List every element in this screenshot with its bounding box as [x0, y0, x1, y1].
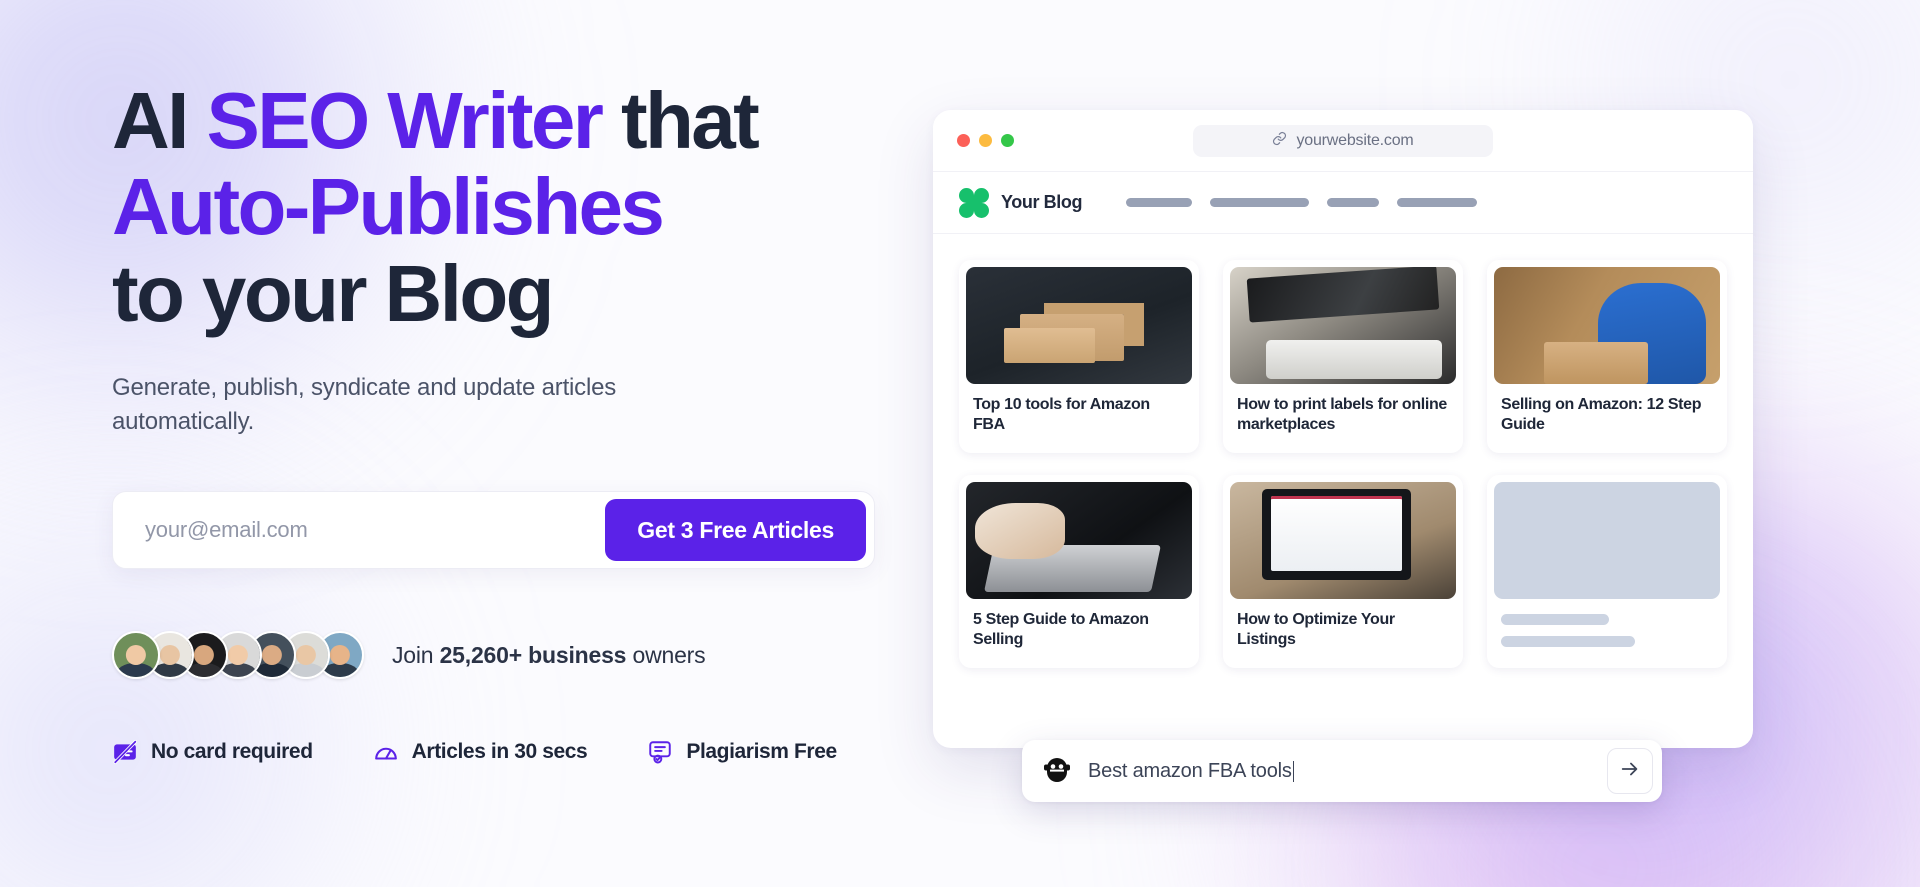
- avatar-stack: [112, 631, 364, 680]
- page-title: AI SEO Writer that Auto-Publishes to your …: [112, 76, 912, 338]
- arrow-right-icon: [1619, 758, 1641, 785]
- page-title-line-2: Auto-Publishes: [112, 164, 912, 250]
- maximize-window-dot[interactable]: [1001, 134, 1014, 147]
- nav-placeholder-bar-4[interactable]: [1397, 198, 1478, 207]
- social-proof-text: Join 25,260+ business owners: [392, 641, 706, 669]
- blog-site-name: Your Blog: [1001, 192, 1083, 212]
- certificate-icon: [647, 739, 673, 765]
- text-caret: [1292, 760, 1295, 782]
- article-card[interactable]: Top 10 tools for Amazon FBA: [959, 260, 1199, 453]
- article-card-title: Top 10 tools for Amazon FBA: [973, 396, 1150, 434]
- article-card-title: 5 Step Guide to Amazon Selling: [973, 610, 1149, 649]
- loading-placeholder: [1494, 481, 1720, 599]
- page-title-accent: Auto-Publishes: [112, 162, 665, 252]
- browser-chrome: yourwebsite.com: [933, 110, 1753, 172]
- article-card-grid: Top 10 tools for Amazon FBA How to print …: [933, 234, 1753, 668]
- window-controls: [957, 134, 1014, 147]
- feature-badge-label: No card required: [151, 740, 313, 764]
- feature-badge-label: Articles in 30 secs: [411, 740, 588, 764]
- ai-prompt-bar[interactable]: Best amazon FBA tools: [1022, 740, 1662, 802]
- page-title-line-1: AI SEO Writer that: [112, 76, 912, 165]
- warehouse-worker-photo: [1494, 267, 1720, 384]
- article-card-placeholder[interactable]: [1487, 474, 1727, 668]
- laptop-listing-photo: [1230, 481, 1456, 599]
- label-printer-photo: [1230, 267, 1456, 384]
- social-proof-prefix: Join: [392, 641, 440, 668]
- hero-section: AI SEO Writer that Auto-Publishes to your …: [0, 0, 1920, 887]
- feature-badges: No card required Articles in 30 secs Plagi…: [112, 739, 912, 765]
- browser-mockup: yourwebsite.com Your Blog Top 10 tools f…: [933, 110, 1753, 748]
- email-signup-form: Get 3 Free Articles: [112, 491, 875, 570]
- get-free-articles-button[interactable]: Get 3 Free Articles: [605, 499, 866, 562]
- page-title-text: AI: [112, 76, 207, 165]
- page-title-line-3: to your Blog: [112, 248, 912, 338]
- link-icon: [1272, 131, 1287, 151]
- page-title-text: to your Blog: [112, 248, 554, 338]
- hero-left-column: AI SEO Writer that Auto-Publishes to your …: [112, 76, 912, 765]
- gauge-icon: [373, 739, 399, 765]
- article-card-title: Selling on Amazon: 12 Step Guide: [1501, 396, 1702, 434]
- nav-placeholder-bar-2[interactable]: [1210, 198, 1310, 207]
- feature-badge-3: Plagiarism Free: [647, 739, 837, 765]
- card-off-icon: [112, 739, 138, 765]
- prompt-input-value: Best amazon FBA tools: [1088, 759, 1292, 782]
- social-proof-suffix: owners: [626, 641, 706, 668]
- social-proof-bold-word: business: [528, 641, 627, 668]
- nav-placeholder-bar-1[interactable]: [1126, 198, 1193, 207]
- address-bar[interactable]: yourwebsite.com: [1193, 124, 1493, 157]
- article-card-title: How to print labels for online marketpla…: [1237, 396, 1447, 434]
- page-title-accent: SEO Writer: [206, 76, 603, 165]
- amazon-boxes-photo: [966, 267, 1192, 384]
- social-proof: Join 25,260+ business owners: [112, 631, 912, 680]
- blog-site-header: Your Blog: [933, 172, 1753, 234]
- clover-logo-icon: [959, 187, 989, 218]
- page-title-text: that: [601, 76, 760, 165]
- social-proof-count: 25,260+: [439, 641, 529, 668]
- skeleton-text-line: [1501, 635, 1635, 647]
- prompt-input[interactable]: Best amazon FBA tools: [1088, 760, 1607, 783]
- close-window-dot[interactable]: [957, 134, 970, 147]
- avatar: [112, 631, 160, 680]
- address-bar-url: yourwebsite.com: [1296, 131, 1414, 149]
- blog-nav-placeholders: [1126, 198, 1478, 207]
- feature-badge-label: Plagiarism Free: [686, 740, 837, 764]
- feature-badge-1: No card required: [112, 739, 313, 765]
- skeleton-text-line: [1501, 613, 1609, 625]
- minimize-window-dot[interactable]: [979, 134, 992, 147]
- robot-icon: [1044, 756, 1070, 786]
- landing-page: AI SEO Writer that Auto-Publishes to your …: [0, 0, 1920, 887]
- hero-subheadline: Generate, publish, syndicate and update …: [112, 374, 617, 436]
- send-prompt-button[interactable]: [1607, 748, 1653, 794]
- feature-badge-2: Articles in 30 secs: [373, 739, 588, 765]
- hands-typing-laptop-photo: [966, 481, 1192, 599]
- article-card[interactable]: 5 Step Guide to Amazon Selling: [959, 474, 1199, 668]
- article-card[interactable]: Selling on Amazon: 12 Step Guide: [1487, 260, 1727, 453]
- article-card-title: How to Optimize Your Listings: [1237, 610, 1395, 649]
- email-field[interactable]: [113, 492, 606, 569]
- article-card[interactable]: How to Optimize Your Listings: [1223, 474, 1463, 668]
- nav-placeholder-bar-3[interactable]: [1327, 198, 1380, 207]
- article-card[interactable]: How to print labels for online marketpla…: [1223, 260, 1463, 453]
